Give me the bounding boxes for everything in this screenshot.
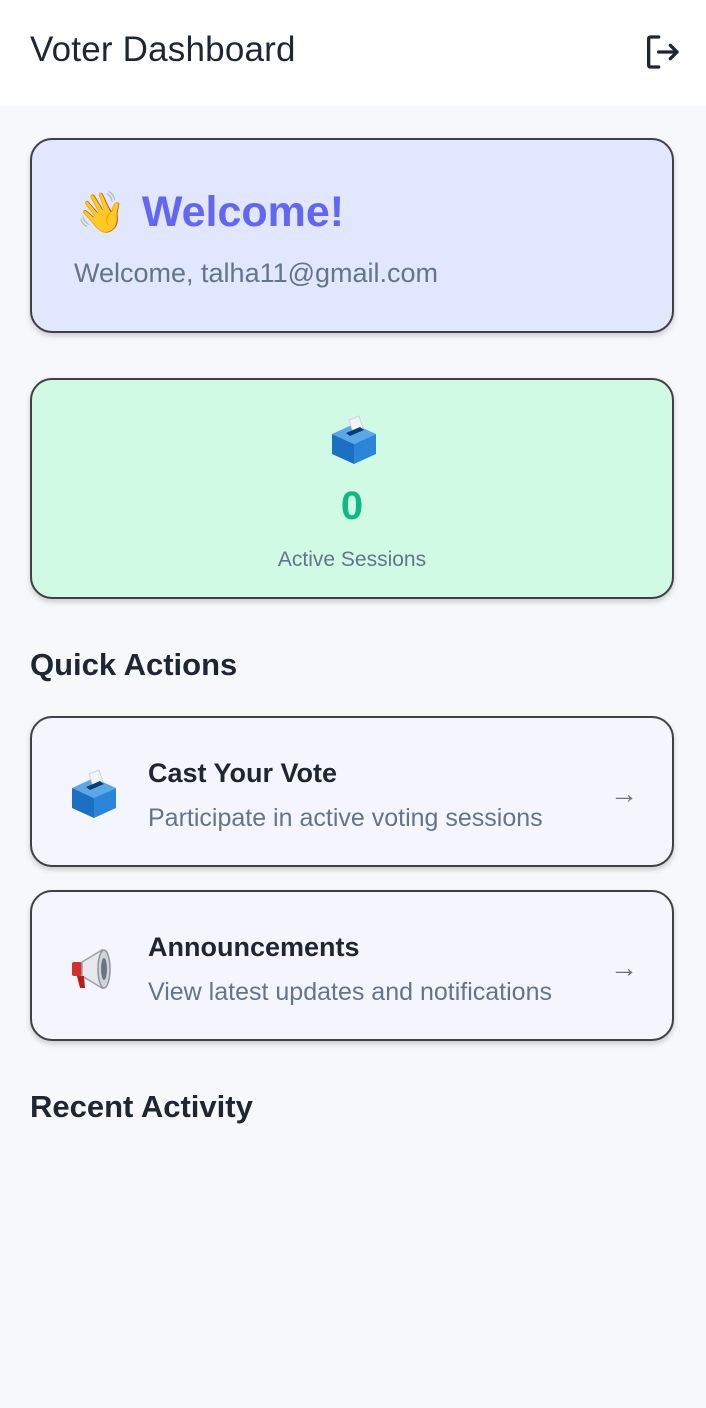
arrow-right-icon: → — [610, 778, 638, 809]
ballot-box-icon — [72, 769, 116, 818]
waving-hand-icon: 👋 — [76, 190, 126, 235]
action-title: Cast Your Vote — [148, 758, 338, 788]
active-sessions-count: 0 — [340, 484, 364, 528]
action-description: View latest updates and notifications — [148, 978, 552, 1006]
action-title: Announcements — [148, 932, 360, 962]
quick-actions-heading: Quick Actions — [30, 647, 238, 682]
action-description: Participate in active voting sessions — [148, 804, 543, 832]
active-sessions-label: Active Sessions — [277, 548, 427, 571]
welcome-card: 👋 Welcome! Welcome, talha11@gmail.com — [30, 138, 674, 333]
welcome-title: Welcome! — [141, 188, 345, 236]
logout-icon[interactable] — [642, 32, 682, 72]
recent-activity-heading: Recent Activity — [30, 1089, 253, 1124]
app-bar: Voter Dashboard — [0, 0, 706, 106]
ballot-box-icon — [332, 415, 376, 464]
welcome-subtitle: Welcome, talha11@gmail.com — [74, 258, 439, 288]
cast-your-vote-card[interactable]: Cast Your Vote Participate in active vot… — [30, 716, 674, 867]
megaphone-icon — [72, 948, 111, 990]
welcome-heading: 👋 Welcome! — [76, 188, 344, 237]
active-sessions-card: 0 Active Sessions — [30, 378, 674, 599]
logout-button[interactable] — [636, 26, 688, 78]
page-title: Voter Dashboard — [30, 30, 296, 69]
announcements-card[interactable]: Announcements View latest updates and no… — [30, 890, 674, 1041]
arrow-right-icon: → — [610, 952, 638, 983]
